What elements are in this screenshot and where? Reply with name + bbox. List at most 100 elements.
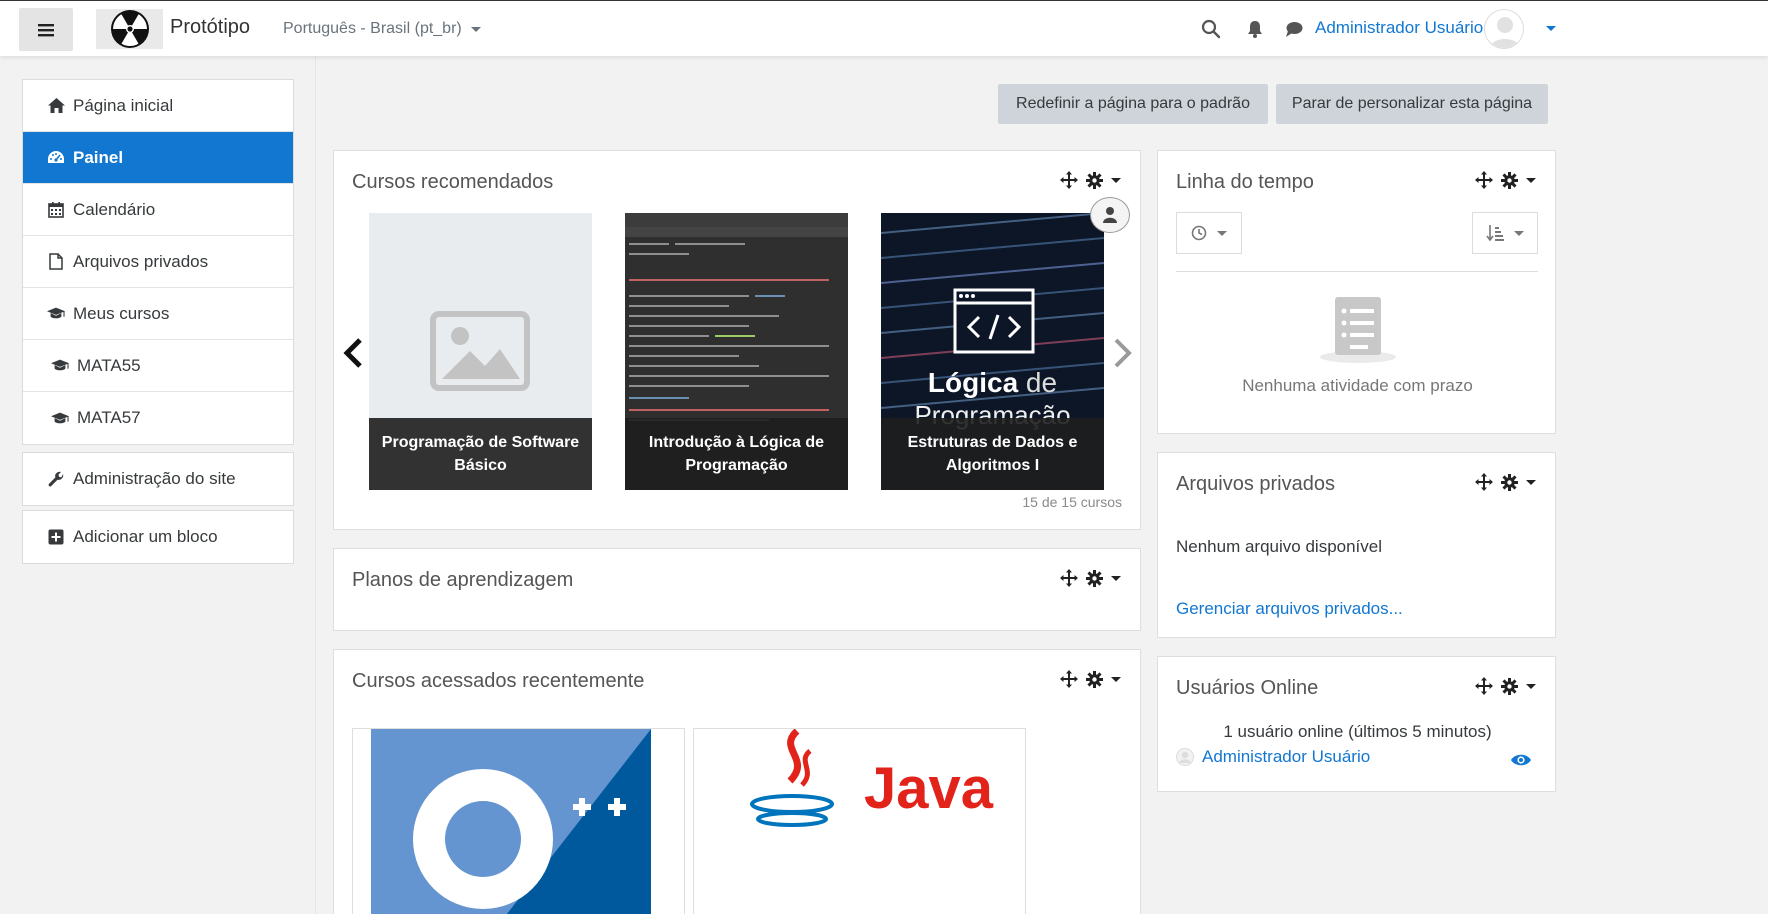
logic-image-text: Lógica de (927, 367, 1058, 398)
gear-icon[interactable] (1086, 670, 1103, 688)
chevron-down-icon[interactable] (1526, 177, 1536, 183)
user-avatar-icon (1490, 17, 1520, 48)
recent-course-card[interactable]: Java (693, 728, 1026, 914)
course-card[interactable]: Lógica de Programação Estruturas de Dado… (881, 213, 1104, 490)
nav-group-main: Página inicial Painel Calendário Arquivo… (22, 79, 294, 445)
site-name[interactable]: Protótipo (170, 16, 250, 39)
move-icon[interactable] (1475, 677, 1493, 695)
nav-item-label: Página inicial (73, 95, 174, 115)
gear-icon[interactable] (1501, 171, 1518, 189)
nav-item-course-mata57[interactable]: MATA57 (23, 392, 293, 444)
java-cup-logo-image (750, 729, 834, 827)
carousel-next-icon[interactable] (1112, 338, 1134, 368)
divider (1176, 271, 1538, 272)
reset-page-button[interactable]: Redefinir a página para o padrão (998, 84, 1268, 124)
timeline-block: Linha do tempo Nenhuma atividade com pra… (1157, 150, 1556, 434)
avatar[interactable] (1484, 9, 1524, 49)
chevron-down-icon (1514, 230, 1524, 236)
move-icon[interactable] (1060, 171, 1078, 189)
carousel-prev-icon[interactable] (342, 338, 364, 368)
dashboard-icon (48, 151, 64, 163)
nav-item-course-mata55[interactable]: MATA55 (23, 340, 293, 392)
image-placeholder-icon (430, 311, 530, 391)
move-icon[interactable] (1060, 569, 1078, 587)
sort-icon (1486, 225, 1504, 242)
course-card[interactable]: Programação de Software Básico (369, 213, 592, 490)
hamburger-icon (38, 23, 54, 36)
nav-item-add-block[interactable]: Adicionar um bloco (23, 511, 293, 563)
search-icon[interactable] (1201, 19, 1221, 39)
calendar-icon (48, 202, 64, 218)
chevron-down-icon (1217, 230, 1227, 236)
wrench-icon (48, 471, 63, 486)
block-user-badge[interactable] (1090, 197, 1130, 233)
nav-item-label: Painel (73, 147, 124, 167)
chevron-down-icon[interactable] (1526, 683, 1536, 689)
manage-private-files-link[interactable]: Gerenciar arquivos privados... (1176, 599, 1403, 619)
user-icon (1103, 207, 1117, 223)
block-controls (1475, 171, 1536, 189)
nav-item-label: Arquivos privados (73, 251, 209, 271)
user-menu-name[interactable]: Administrador Usuário (1315, 18, 1483, 38)
nav-drawer: Página inicial Painel Calendário Arquivo… (0, 56, 316, 914)
language-label: Português - Brasil (pt_br) (283, 20, 462, 37)
chevron-down-icon (470, 26, 481, 32)
block-controls (1475, 677, 1536, 695)
online-user-link[interactable]: Administrador Usuário (1202, 747, 1370, 767)
empty-list-icon (1320, 297, 1396, 363)
private-files-block: Arquivos privados Nenhum arquivo disponí… (1157, 452, 1556, 638)
course-card-title: Programação de Software Básico (369, 418, 592, 490)
graduation-cap-icon (51, 359, 69, 371)
plus-square-icon (48, 529, 64, 545)
gear-icon[interactable] (1501, 677, 1518, 695)
nav-item-private-files[interactable]: Arquivos privados (23, 236, 293, 288)
block-title: Cursos acessados recentemente (352, 670, 645, 692)
site-logo[interactable] (96, 9, 163, 49)
move-icon[interactable] (1060, 670, 1078, 688)
chevron-down-icon[interactable] (1111, 575, 1121, 581)
nav-item-calendar[interactable]: Calendário (23, 184, 293, 236)
nav-item-site-admin[interactable]: Administração do site (23, 453, 293, 505)
language-menu[interactable]: Português - Brasil (pt_br) (283, 20, 481, 38)
course-card-title: Estruturas de Dados e Algoritmos I (881, 418, 1104, 490)
nav-item-home[interactable]: Página inicial (23, 80, 293, 132)
nav-item-my-courses[interactable]: Meus cursos (23, 288, 293, 340)
online-users-summary: 1 usuário online (últimos 5 minutos) (1223, 722, 1492, 741)
nav-item-label: Administração do site (73, 469, 236, 488)
course-count: 15 de 15 cursos (1022, 494, 1122, 510)
clock-icon (1191, 225, 1207, 241)
graduation-cap-icon (51, 412, 69, 423)
gear-icon[interactable] (1086, 171, 1103, 189)
block-title: Planos de aprendizagem (352, 569, 574, 591)
move-icon[interactable] (1475, 473, 1493, 491)
chevron-down-icon[interactable] (1526, 479, 1536, 485)
chevron-down-icon[interactable] (1111, 676, 1121, 682)
block-title: Usuários Online (1176, 677, 1319, 699)
online-user-row: Administrador Usuário (1176, 747, 1370, 767)
block-controls (1060, 569, 1121, 587)
nav-item-label: Adicionar um bloco (73, 527, 218, 546)
stop-customising-button[interactable]: Parar de personalizar esta página (1276, 84, 1548, 124)
recent-courses-block: Cursos acessados recentemente Java (333, 649, 1141, 914)
recent-course-card[interactable] (352, 728, 685, 914)
private-files-empty-message: Nenhum arquivo disponível (1176, 537, 1383, 556)
block-controls (1475, 473, 1536, 491)
eye-icon[interactable] (1510, 753, 1532, 767)
nav-item-dashboard[interactable]: Painel (23, 132, 293, 184)
move-icon[interactable] (1475, 171, 1493, 189)
timeline-filter-dropdown[interactable] (1176, 212, 1242, 254)
timeline-sort-dropdown[interactable] (1472, 212, 1538, 254)
menu-toggle-button[interactable] (19, 8, 73, 51)
gear-icon[interactable] (1086, 569, 1103, 587)
block-title: Cursos recomendados (352, 171, 554, 193)
user-menu-chevron-icon[interactable] (1546, 26, 1556, 31)
chat-icon[interactable] (1284, 19, 1304, 39)
bell-icon[interactable] (1245, 19, 1265, 39)
course-card[interactable]: Introdução à Lógica de Programação (625, 213, 848, 490)
block-controls (1060, 670, 1121, 688)
chevron-down-icon[interactable] (1111, 177, 1121, 183)
gear-icon[interactable] (1501, 473, 1518, 491)
recommended-courses-block: Cursos recomendados Programação de Softw… (333, 150, 1141, 530)
nav-group-admin: Administração do site (22, 452, 294, 506)
user-avatar-icon (1176, 748, 1194, 766)
